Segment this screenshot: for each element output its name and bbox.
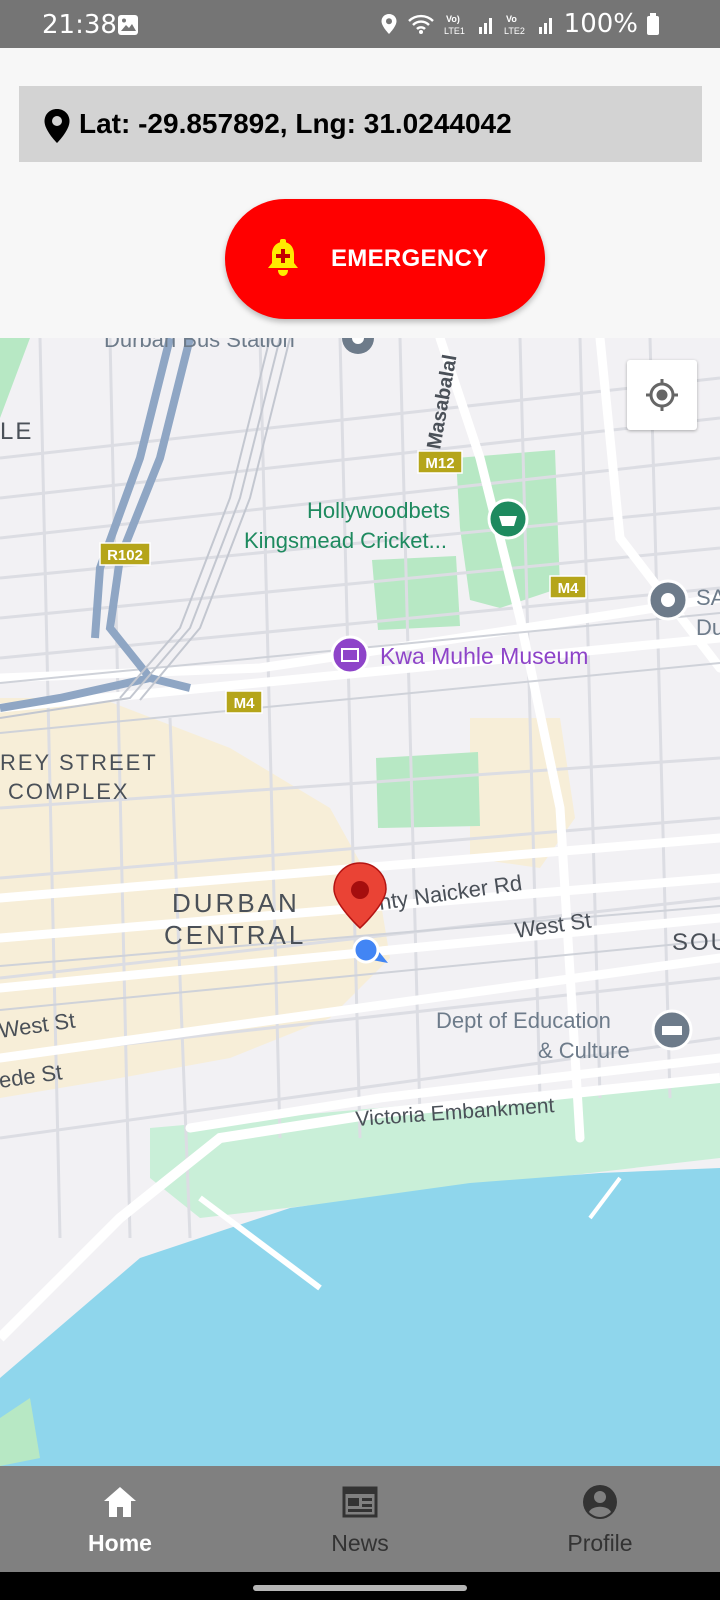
my-location-icon: [646, 379, 678, 411]
m12-label: M12: [425, 455, 454, 472]
wifi-icon: [407, 14, 434, 34]
nav-item-profile[interactable]: Profile: [480, 1466, 720, 1572]
education-label-2: & Culture: [538, 1038, 630, 1063]
map-pin-icon: [44, 109, 70, 143]
coordinates-text: Lat: -29.857892, Lng: 31.0244042: [79, 108, 512, 139]
my-location-button[interactable]: [627, 360, 697, 430]
gallery-icon: [118, 15, 138, 35]
cricket-stadium-pin[interactable]: [487, 498, 529, 540]
m4-label: M4: [558, 580, 579, 597]
battery-percent: 100%: [563, 9, 638, 39]
emergency-button[interactable]: EMERGENCY: [225, 199, 545, 319]
map-view[interactable]: M12 R102 M4 M4 Durban Bus Station Masaba…: [0, 338, 720, 1466]
home-icon: [104, 1487, 136, 1517]
volte-lte1-icon: Vo) LTE1: [444, 14, 465, 36]
bottom-navigation: Home News Profile: [0, 1466, 720, 1572]
r102-label: R102: [107, 547, 143, 564]
naicker-road-label: nty Naicker Rd: [377, 870, 523, 915]
museum-pin[interactable]: [330, 635, 370, 675]
newspaper-icon: [342, 1486, 378, 1518]
signal-icon: [478, 18, 492, 34]
bus-station-label: Durban Bus Station: [104, 338, 295, 352]
sa-poi-pin[interactable]: [647, 579, 689, 621]
signal-icon: [538, 18, 552, 34]
profile-icon: [583, 1485, 617, 1519]
location-bar: Lat: -29.857892, Lng: 31.0244042: [19, 86, 702, 162]
park-area: [376, 752, 480, 828]
system-nav-bar: [0, 1572, 720, 1600]
svg-text:Vo): Vo): [446, 14, 460, 24]
m4-label: M4: [234, 695, 255, 712]
cricket-label-2: Kingsmead Cricket...: [244, 528, 447, 553]
nav-item-home[interactable]: Home: [0, 1466, 240, 1572]
street-complex-label-2: COMPLEX: [8, 779, 130, 804]
map-canvas: M12 R102 M4 M4 Durban Bus Station Masaba…: [0, 338, 720, 1466]
park-area: [0, 338, 30, 418]
status-bar: 21:38 Vo) LTE1 Vo LTE2 100%: [0, 0, 720, 48]
home-indicator[interactable]: [253, 1585, 467, 1591]
volte-lte2-icon: Vo LTE2: [504, 14, 525, 36]
nav-label-home: Home: [88, 1530, 152, 1556]
svg-text:Vo: Vo: [506, 14, 517, 24]
education-pin[interactable]: [651, 1009, 693, 1051]
sa-label-1: SA: [696, 585, 720, 610]
nav-item-news[interactable]: News: [240, 1466, 480, 1572]
r102-shield: R102: [99, 542, 151, 566]
emergency-label: EMERGENCY: [331, 245, 489, 272]
nav-label-news: News: [331, 1530, 389, 1556]
south-label: SOU: [672, 929, 720, 956]
nav-label-profile: Profile: [567, 1530, 633, 1556]
m4-shield: M4: [549, 575, 587, 599]
location-icon: [381, 14, 397, 34]
masabalala-label: Masabalal: [423, 353, 461, 451]
status-time: 21:38: [42, 10, 117, 40]
m12-shield: M12: [417, 450, 463, 474]
sa-label-2: Du: [696, 615, 720, 640]
highway: [0, 338, 194, 712]
m4-shield: M4: [225, 690, 263, 714]
bus-station-pin[interactable]: [342, 338, 374, 354]
cricket-label-1: Hollywoodbets: [307, 498, 450, 523]
svg-text:LTE1: LTE1: [444, 26, 465, 36]
le-label: LE: [0, 418, 33, 445]
education-label-1: Dept of Education: [436, 1008, 611, 1033]
status-icons: Vo) LTE1 Vo LTE2 100%: [380, 8, 660, 40]
water-area: [0, 1168, 720, 1466]
durban-central-label-2: CENTRAL: [164, 920, 306, 950]
battery-icon: [647, 13, 659, 35]
bell-plus-icon: [268, 239, 298, 276]
street-complex-label-1: REY STREET: [0, 750, 158, 775]
svg-text:LTE2: LTE2: [504, 26, 525, 36]
durban-central-label-1: DURBAN: [172, 888, 300, 918]
museum-label: Kwa Muhle Museum: [380, 643, 588, 669]
west-street-label: West St: [513, 908, 592, 943]
